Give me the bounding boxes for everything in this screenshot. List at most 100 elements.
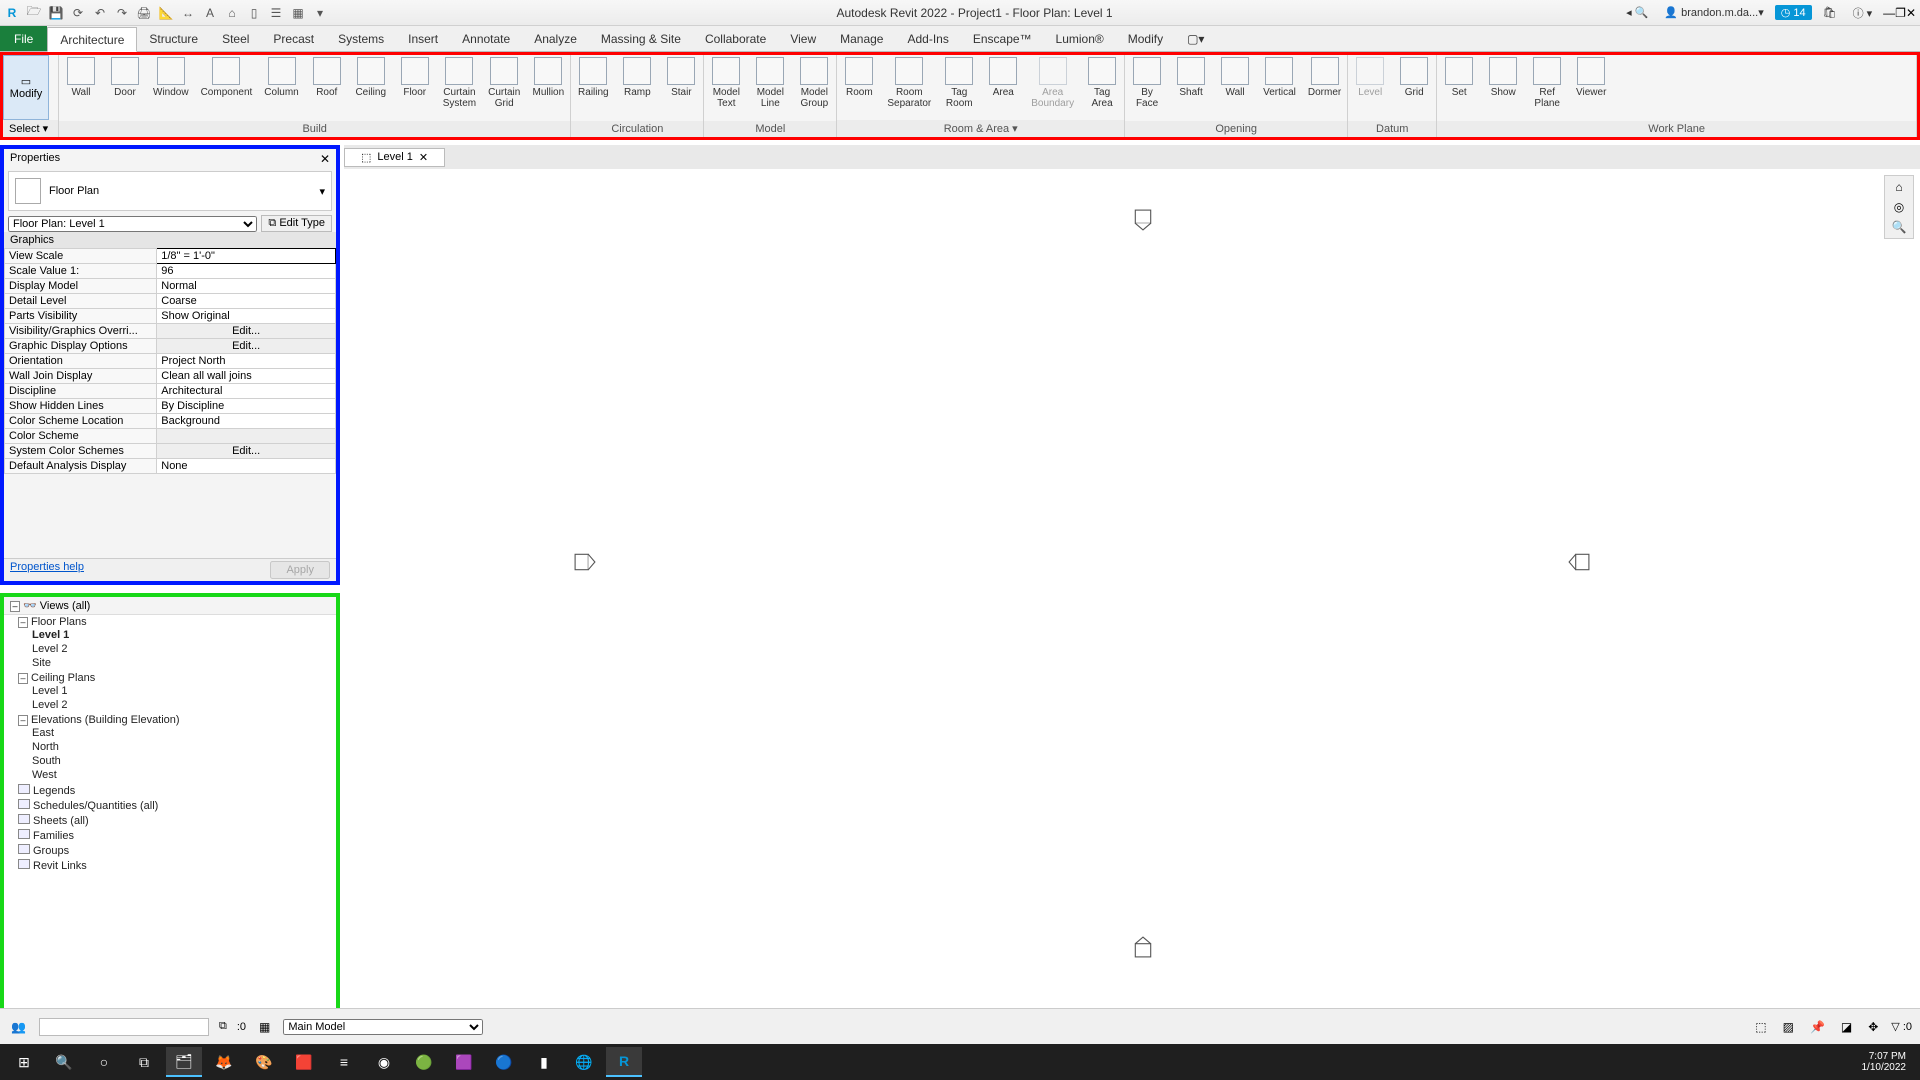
tool-railing[interactable]: Railing (571, 55, 615, 121)
save-icon[interactable]: 💾 (48, 5, 64, 21)
tool-model-line[interactable]: Model Line (748, 55, 792, 121)
align-icon[interactable]: ↔ (180, 5, 196, 21)
elevation-marker-west[interactable] (574, 551, 596, 573)
tool-dormer[interactable]: Dormer (1302, 55, 1347, 121)
prop-value[interactable]: Project North (157, 354, 336, 369)
tree-item[interactable]: Level 2 (32, 698, 336, 712)
user-account[interactable]: 👤 brandon.m.da...▾ (1659, 5, 1768, 20)
tool-ref-plane[interactable]: Ref Plane (1525, 55, 1569, 121)
view-tab-level1[interactable]: ⬚ Level 1 ✕ (344, 148, 445, 167)
prop-value[interactable]: By Discipline (157, 399, 336, 414)
prop-value[interactable]: Coarse (157, 294, 336, 309)
tool-component[interactable]: Component (195, 55, 259, 121)
system-clock[interactable]: 7:07 PM1/10/2022 (1862, 1051, 1915, 1073)
edge-icon[interactable]: 🌐 (566, 1047, 602, 1077)
tree-branch[interactable]: –Ceiling PlansLevel 1Level 2 (18, 671, 336, 713)
tab-expand-icon[interactable]: ▢▾ (1175, 26, 1216, 51)
tool-by-face[interactable]: By Face (1125, 55, 1169, 121)
sync-icon[interactable]: ⟳ (70, 5, 86, 21)
tool-ramp[interactable]: Ramp (615, 55, 659, 121)
select-pinned-icon[interactable]: 📌 (1810, 1020, 1825, 1034)
tool-room[interactable]: Room (837, 55, 881, 120)
tab-insert[interactable]: Insert (396, 26, 450, 51)
tool-vertical[interactable]: Vertical (1257, 55, 1302, 121)
tool-model-group[interactable]: Model Group (792, 55, 836, 121)
tree-item[interactable]: Groups (18, 843, 336, 858)
tree-item[interactable]: East (32, 726, 336, 740)
text-icon[interactable]: A (202, 5, 218, 21)
prop-value[interactable]: Edit... (157, 324, 336, 339)
open-icon[interactable]: 🗁 (26, 5, 42, 21)
tool-stair[interactable]: Stair (659, 55, 703, 121)
copilot-icon[interactable]: 🎨 (246, 1047, 282, 1077)
tree-item[interactable]: South (32, 754, 336, 768)
tool-model-text[interactable]: Model Text (704, 55, 748, 121)
tool-tag-area[interactable]: Tag Area (1080, 55, 1124, 120)
app-icon-1[interactable]: 🟥 (286, 1047, 322, 1077)
full-nav-wheel-icon[interactable]: ◎ (1894, 200, 1904, 214)
prop-value[interactable]: Background (157, 414, 336, 429)
elevation-marker-east[interactable] (1568, 551, 1590, 573)
properties-close-icon[interactable]: ✕ (320, 152, 330, 166)
select-dropdown[interactable]: Select ▾ (3, 120, 58, 137)
tool-show[interactable]: Show (1481, 55, 1525, 121)
elevation-marker-north[interactable] (1132, 209, 1154, 231)
tree-item[interactable]: Level 1 (32, 684, 336, 698)
prop-value[interactable]: Architectural (157, 384, 336, 399)
apply-button[interactable]: Apply (270, 561, 330, 579)
design-option-select[interactable]: Main Model (283, 1019, 483, 1035)
tool-ceiling[interactable]: Ceiling (349, 55, 393, 121)
search-button[interactable]: 🔍 (46, 1047, 82, 1077)
tree-item[interactable]: Level 1 (32, 628, 336, 642)
tree-item[interactable]: Site (32, 656, 336, 670)
tab-collaborate[interactable]: Collaborate (693, 26, 778, 51)
zoom-icon[interactable]: 🔍 (1892, 220, 1907, 234)
vscode-icon[interactable]: ≡ (326, 1047, 362, 1077)
tab-annotate[interactable]: Annotate (450, 26, 522, 51)
drawing-canvas[interactable]: ⌂ ◎ 🔍 (344, 169, 1920, 1018)
tab-lumion[interactable]: Lumion® (1044, 26, 1116, 51)
thin-lines-icon[interactable]: ☰ (268, 5, 284, 21)
select-links-icon[interactable]: ⬚ (1755, 1020, 1766, 1034)
section-icon[interactable]: ▯ (246, 5, 262, 21)
elevation-marker-south[interactable] (1132, 936, 1154, 958)
search-icon[interactable]: ◂ 🔍 (1621, 5, 1653, 20)
modify-button[interactable]: ▭ Modify (3, 55, 49, 120)
tool-window[interactable]: Window (147, 55, 195, 121)
workset-icon[interactable]: 👥 (11, 1020, 26, 1034)
tool-mullion[interactable]: Mullion (526, 55, 570, 121)
print-icon[interactable]: 🖨 (136, 5, 152, 21)
tool-viewer[interactable]: Viewer (1569, 55, 1613, 121)
file-tab[interactable]: File (0, 26, 47, 51)
tool-room-separator[interactable]: Room Separator (881, 55, 937, 120)
tab-precast[interactable]: Precast (261, 26, 326, 51)
prop-value[interactable]: Normal (157, 279, 336, 294)
cart-icon[interactable]: 🛍 (1818, 5, 1842, 20)
tree-item[interactable]: West (32, 768, 336, 782)
navigation-bar[interactable]: ⌂ ◎ 🔍 (1884, 175, 1914, 239)
tab-structure[interactable]: Structure (137, 26, 210, 51)
drag-elements-icon[interactable]: ✥ (1868, 1020, 1878, 1034)
properties-help-link[interactable]: Properties help (10, 561, 84, 579)
tool-set[interactable]: Set (1437, 55, 1481, 121)
tab-architecture[interactable]: Architecture (47, 27, 137, 52)
tool-curtain-system[interactable]: Curtain System (437, 55, 482, 121)
start-button[interactable]: ⊞ (6, 1047, 42, 1077)
tool-tag-room[interactable]: Tag Room (937, 55, 981, 120)
app-icon-3[interactable]: 🟪 (446, 1047, 482, 1077)
tree-branch[interactable]: –Floor PlansLevel 1Level 2Site (18, 615, 336, 671)
tree-item[interactable]: North (32, 740, 336, 754)
tool-grid[interactable]: Grid (1392, 55, 1436, 121)
undo-icon[interactable]: ↶ (92, 5, 108, 21)
tool-shaft[interactable]: Shaft (1169, 55, 1213, 121)
cortana-icon[interactable]: ○ (86, 1047, 122, 1077)
home-icon[interactable]: ⌂ (1895, 180, 1902, 194)
tree-item[interactable]: Schedules/Quantities (all) (18, 798, 336, 813)
tab-steel[interactable]: Steel (210, 26, 261, 51)
app-icon-4[interactable]: 🔵 (486, 1047, 522, 1077)
prop-value[interactable]: 1/8" = 1'-0" (157, 249, 336, 264)
terminal-icon[interactable]: ▮ (526, 1047, 562, 1077)
edit-type-button[interactable]: ⧉ Edit Type (261, 215, 332, 232)
tool-column[interactable]: Column (258, 55, 304, 121)
tab-modify[interactable]: Modify (1116, 26, 1175, 51)
